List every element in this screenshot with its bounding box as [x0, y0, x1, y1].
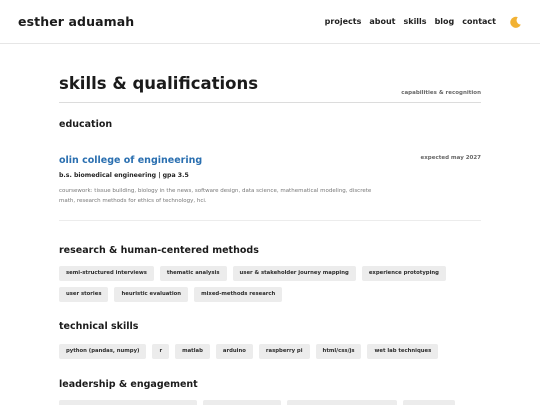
skill-tag: thematic analysis [159, 266, 227, 281]
main-nav: projects about skills blog contact [325, 17, 496, 26]
page-subtitle: capabilities & recognition [401, 90, 481, 96]
skill-tag: semi-structured interviews [59, 266, 154, 281]
school-name[interactable]: olin college of engineering [59, 155, 202, 166]
skill-tag: python (pandas, numpy) [59, 344, 147, 359]
skill-tag: user stories [59, 287, 109, 302]
leadership-tag-list [59, 400, 481, 405]
site-brand[interactable]: esther aduamah [18, 14, 134, 29]
title-divider [59, 102, 481, 103]
section-title-education: education [59, 119, 113, 130]
skill-tag: html/css/js [315, 344, 362, 359]
skill-tag: matlab [175, 344, 210, 359]
section-title-research: research & human-centered methods [59, 245, 259, 256]
skill-tag: arduino [215, 344, 253, 359]
skill-tag-partial [403, 400, 455, 405]
skill-tag: user & stakeholder journey mapping [232, 266, 356, 281]
skill-tag: raspberry pi [258, 344, 310, 359]
page-title: skills & qualifications [59, 74, 259, 93]
nav-skills[interactable]: skills [403, 17, 426, 26]
nav-contact[interactable]: contact [462, 17, 496, 26]
skill-tag: wet lab techniques [367, 344, 439, 359]
skill-tag: experience prototyping [361, 266, 446, 281]
coursework-text: coursework: tissue building, biology in … [59, 188, 372, 204]
nav-blog[interactable]: blog [435, 17, 455, 26]
theme-toggle-button[interactable] [509, 14, 522, 28]
section-title-leadership: leadership & engagement [59, 379, 198, 390]
nav-projects[interactable]: projects [325, 17, 362, 26]
skill-tag-partial [59, 400, 197, 405]
graduation-date: expected may 2027 [420, 155, 482, 161]
degree-line: b.s. biomedical engineering | gpa 3.5 [59, 172, 189, 179]
skill-tag: heuristic evaluation [114, 287, 189, 302]
section-title-technical: technical skills [59, 321, 139, 332]
moon-icon [510, 16, 521, 28]
research-tag-list: semi-structured interviews thematic anal… [59, 266, 481, 302]
skill-tag: r [152, 344, 170, 359]
nav-about[interactable]: about [369, 17, 395, 26]
education-divider [59, 220, 481, 221]
skill-tag-partial [287, 400, 397, 405]
skill-tag: mixed-methods research [194, 287, 283, 302]
technical-tag-list: python (pandas, numpy) r matlab arduino … [59, 344, 481, 359]
skill-tag-partial [203, 400, 281, 405]
top-navigation-bar: esther aduamah projects about skills blo… [0, 0, 540, 44]
